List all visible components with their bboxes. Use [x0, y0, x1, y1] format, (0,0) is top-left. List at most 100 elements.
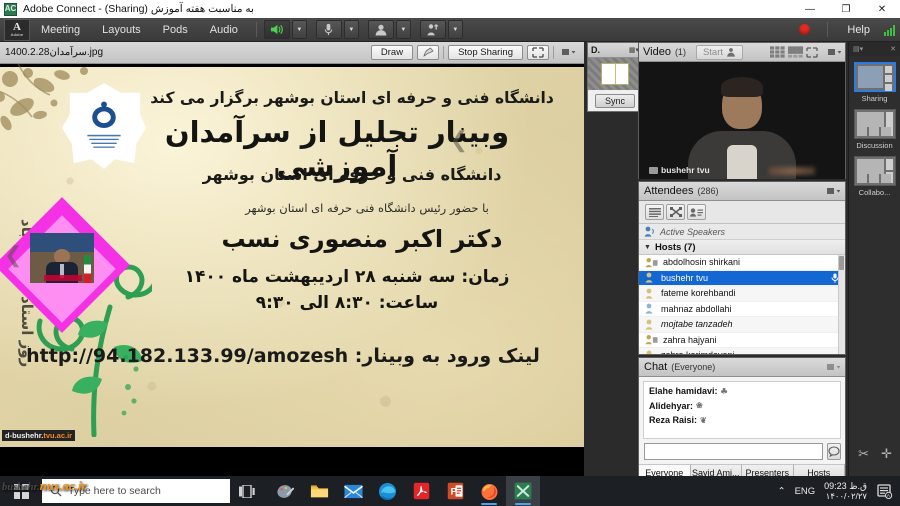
- layout-item-discussion[interactable]: Discussion: [853, 109, 896, 150]
- table-row[interactable]: zahra hajyani: [639, 333, 845, 348]
- start-camera-button[interactable]: Start: [695, 44, 743, 60]
- connection-strength-icon[interactable]: [884, 24, 895, 36]
- adobe-connect-icon[interactable]: [506, 476, 540, 506]
- table-row[interactable]: abdolhosin shirkani: [639, 255, 845, 271]
- tray-chevron-icon[interactable]: ⌃: [778, 486, 786, 497]
- host-icon: [645, 319, 653, 330]
- share-sep-2: [553, 46, 554, 59]
- attendee-status-icon[interactable]: [687, 204, 706, 220]
- layout-thumbnail-collaboration: [853, 156, 896, 186]
- language-indicator[interactable]: ENG: [795, 486, 816, 497]
- plus-icon[interactable]: ✛: [881, 446, 892, 462]
- microphone-dropdown-arrow[interactable]: ▼: [343, 20, 359, 39]
- layout-item-collaboration[interactable]: Collabo...: [853, 156, 896, 197]
- sync-button[interactable]: Sync: [594, 93, 635, 108]
- mail-icon[interactable]: [336, 476, 370, 506]
- thumb-bottom-1: [856, 174, 867, 183]
- layout-rail: ▤▾ ✕ Sharing Discussion Collabo... ✂ ✛: [848, 42, 900, 476]
- camera-icon[interactable]: [367, 20, 394, 39]
- paint3d-icon[interactable]: [268, 476, 302, 506]
- camera-dropdown-arrow[interactable]: ▼: [395, 20, 411, 39]
- table-row[interactable]: fateme korehbandi: [639, 286, 845, 302]
- fullscreen-icon[interactable]: [527, 45, 549, 60]
- thumb-bottom-2: [868, 174, 879, 183]
- chat-messages[interactable]: Elahe hamidavi: ☘ Alidehyar: ❀ Reza Rais…: [643, 381, 841, 439]
- menu-audio[interactable]: Audio: [199, 18, 249, 42]
- video-pod-menu-icon[interactable]: [828, 48, 841, 57]
- file-explorer-icon[interactable]: [302, 476, 336, 506]
- task-view-icon[interactable]: [230, 476, 264, 506]
- notes-pod-title: D.: [591, 45, 600, 55]
- host-camera-icon: [645, 335, 658, 345]
- draw-button[interactable]: Draw: [370, 45, 414, 60]
- attendees-list[interactable]: abdolhosin shirkani bushehr tvu fateme k…: [639, 255, 845, 354]
- pointer-icon[interactable]: [417, 45, 440, 60]
- notes-pod-header: D. ▦▾: [588, 43, 642, 58]
- close-button[interactable]: ✕: [864, 0, 900, 18]
- chat-input[interactable]: [644, 443, 823, 460]
- menu-layouts[interactable]: Layouts: [91, 18, 152, 42]
- list-view-icon[interactable]: [645, 204, 664, 220]
- speaker-dropdown-arrow[interactable]: ▼: [291, 20, 307, 39]
- menu-meeting[interactable]: Meeting: [30, 18, 91, 42]
- attendee-name: mahnaz abdollahi: [661, 303, 732, 314]
- attendee-group-hosts[interactable]: ▼ Hosts (7): [639, 240, 845, 255]
- edge-icon[interactable]: [370, 476, 404, 506]
- table-row[interactable]: zahra karimdavani: [639, 348, 845, 354]
- chat-input-row: [639, 443, 845, 460]
- maximize-button[interactable]: ❐: [828, 0, 864, 18]
- share-pod-controls: Draw Stop Sharing: [370, 45, 584, 60]
- poster-right-arrow-icon: ❮: [449, 127, 468, 152]
- minimize-button[interactable]: —: [792, 0, 828, 18]
- notification-icon[interactable]: A: [876, 482, 894, 500]
- layout-rail-header: ▤▾ ✕: [849, 42, 900, 56]
- attendees-pod-menu-icon[interactable]: [827, 187, 840, 196]
- thumb-bottom-3: [880, 127, 891, 136]
- list-item: Elahe hamidavi: ☘: [649, 386, 835, 396]
- layout-rail-menu-icon[interactable]: ▤▾: [853, 45, 863, 53]
- thumb-top-area: [856, 112, 884, 127]
- chat-sender: Alidehyar:: [649, 400, 694, 411]
- chat-send-icon[interactable]: [827, 443, 841, 460]
- menubar-right-group: Help: [799, 22, 900, 37]
- chevron-down-icon: ▼: [644, 243, 651, 251]
- poster-line-1: دانشگاه فنی و حرفه ای استان بوشهر برگزار…: [150, 89, 554, 107]
- powerpoint-icon[interactable]: P: [438, 476, 472, 506]
- menu-separator-2: [827, 22, 829, 37]
- share-pod-menu-icon[interactable]: [558, 45, 578, 60]
- attendee-name: mojtabe tanzadeh: [661, 319, 733, 330]
- speaker-icon[interactable]: [263, 20, 290, 39]
- menu-separator: [255, 22, 257, 37]
- table-row[interactable]: bushehr tvu: [639, 270, 845, 286]
- attendees-pod-title: Attendees: [644, 185, 694, 197]
- raise-hand-icon[interactable]: [419, 20, 446, 39]
- acrobat-reader-icon[interactable]: [404, 476, 438, 506]
- shared-image[interactable]: روز استاد گرامی باد دانشگاه فنی و حرفه ا…: [0, 64, 584, 476]
- stop-sharing-button[interactable]: Stop Sharing: [448, 45, 523, 60]
- video-feed[interactable]: bushehr tvu: [639, 62, 845, 179]
- active-speakers-row[interactable]: Active Speakers: [639, 224, 845, 240]
- grid-layout-icon[interactable]: [770, 46, 785, 58]
- poster-line-7: ساعت: ۸:۳۰ الی ۹:۳۰: [255, 293, 439, 313]
- firefox-icon[interactable]: [472, 476, 506, 506]
- scissors-icon[interactable]: ✂: [858, 446, 869, 462]
- filmstrip-layout-icon[interactable]: [788, 46, 803, 58]
- recording-indicator-icon[interactable]: [799, 24, 811, 35]
- clock[interactable]: 09:23 ق.ظ ۱۴۰۰/۰۲/۲۷: [824, 481, 867, 501]
- raise-hand-dropdown-arrow[interactable]: ▼: [447, 20, 463, 39]
- layout-rail-close-icon[interactable]: ✕: [890, 45, 896, 53]
- attendees-scrollbar[interactable]: [838, 255, 845, 354]
- microphone-icon[interactable]: [315, 20, 342, 39]
- chat-pod-menu-icon[interactable]: [827, 363, 840, 372]
- window-controls: — ❐ ✕: [792, 0, 900, 18]
- video-fullscreen-icon[interactable]: [806, 46, 818, 58]
- table-row[interactable]: mojtabe tanzadeh: [639, 317, 845, 333]
- breakout-rooms-icon[interactable]: [666, 204, 685, 220]
- search-input[interactable]: Type here to search bushehr.nus.ac.ir: [2, 478, 230, 503]
- layout-item-sharing[interactable]: Sharing: [853, 62, 896, 103]
- video-pod: Video (1) Start bushehr tvu: [638, 42, 846, 179]
- table-row[interactable]: mahnaz abdollahi: [639, 302, 845, 317]
- menu-pods[interactable]: Pods: [152, 18, 199, 42]
- scrollbar-thumb[interactable]: [839, 256, 844, 270]
- help-link[interactable]: Help: [847, 24, 870, 36]
